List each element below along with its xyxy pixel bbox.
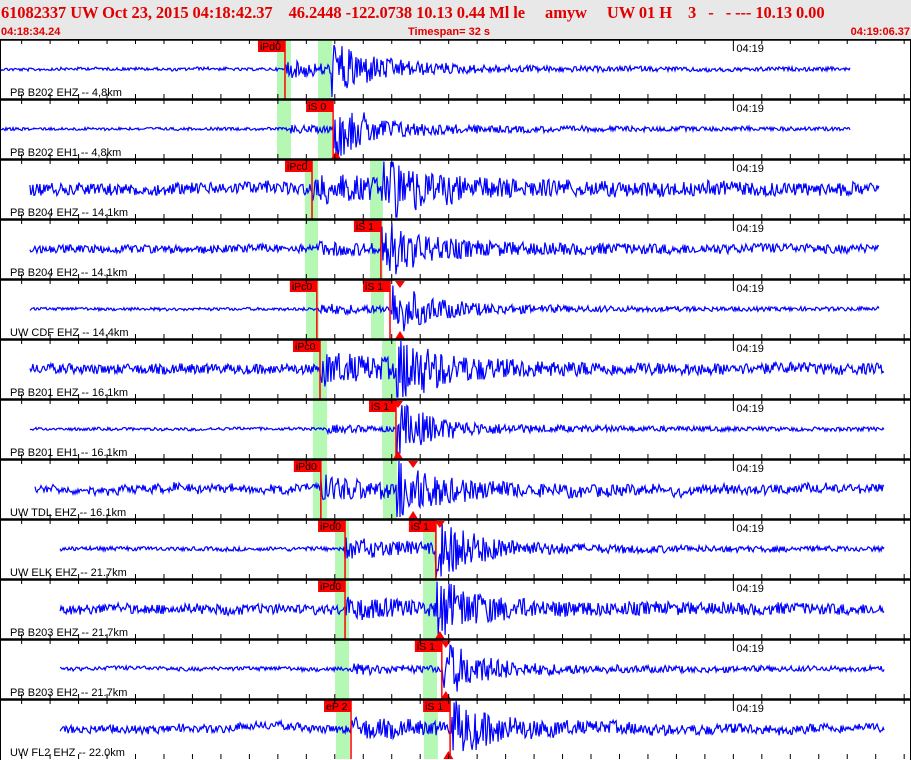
minute-label: 04:19	[736, 283, 764, 295]
minute-label: 04:19	[736, 223, 764, 235]
trace-panel[interactable]: iPc0 04:19 PB B201 EHZ -- 16.1km	[0, 338, 911, 399]
start-time: 04:18:34.24	[1, 26, 61, 38]
minute-label: 04:19	[736, 43, 764, 55]
event-summary: 61082337 UW Oct 23, 2015 04:18:42.37 46.…	[1, 3, 825, 22]
amplitude-marker-icon[interactable]	[408, 511, 419, 519]
pick-label: iPc0	[292, 281, 313, 293]
minute-label: 04:19	[736, 703, 764, 715]
pick-label: iS 1	[417, 641, 435, 653]
pick-label: iS 1	[356, 221, 374, 233]
pick-label: iPc0	[287, 161, 308, 173]
end-time: 04:19:06.37	[850, 26, 910, 38]
trace-panel[interactable]: iS 0 04:19 PB B202 EH1 -- 4,8km	[0, 98, 911, 159]
event-header: 61082337 UW Oct 23, 2015 04:18:42.37 46.…	[0, 0, 911, 39]
trace-panel[interactable]: iPd0 04:19UW TDL EHZ -- 16.1km	[0, 458, 911, 519]
station-label: PB B203 EH2 -- 21.7km	[10, 687, 127, 699]
minute-label: 04:19	[736, 643, 764, 655]
trace-panel[interactable]: iPd0 04:19PB B202 EHZ -- 4,8km	[0, 39, 911, 99]
seismogram-panels[interactable]: iPd0 04:19 PB B202 EHZ -- 4,8km iS 0 04:19 PB…	[0, 39, 911, 760]
station-label: PB B203 EHZ -- 21.7km	[10, 627, 128, 639]
pick-label: iS 1	[425, 701, 443, 713]
station-label: PB B202 EHZ -- 4,8km	[10, 87, 122, 99]
trace-panel[interactable]: iS 1 04:19 PB B204 EH2 -- 14.1km	[0, 218, 911, 279]
pick-label: iS 1	[371, 401, 389, 413]
waveform	[0, 112, 851, 157]
amplitude-marker-icon[interactable]	[394, 281, 405, 288]
trace-panel[interactable]: iPd0 04:19 PB B203 EHZ -- 21.7km	[0, 578, 911, 639]
trace-panel[interactable]: iPd0 iS 1 04:19UW ELK EHZ -- 21.7km	[0, 518, 911, 579]
minute-label: 04:19	[736, 103, 764, 115]
waveform	[0, 44, 851, 98]
station-label: UW FL2 EHZ -- 22.0km	[10, 747, 125, 759]
station-label: PB B201 EHZ -- 16.1km	[10, 387, 128, 399]
amplitude-marker-icon[interactable]	[408, 461, 419, 468]
station-label: PB B204 EHZ -- 14.1km	[10, 207, 128, 219]
trace-panel[interactable]: iPc0 04:19 PB B204 EHZ -- 14.1km	[0, 158, 911, 219]
minute-label: 04:19	[736, 583, 764, 595]
station-label: UW ELK EHZ -- 21.7km	[10, 567, 127, 579]
minute-label: 04:19	[736, 523, 764, 535]
pick-label: iPc0	[295, 341, 316, 353]
station-label: UW CDF EHZ -- 14.4km	[10, 327, 129, 339]
station-label: PB B202 EH1 -- 4,8km	[10, 147, 121, 159]
pick-label: iPd0	[320, 521, 341, 533]
trace-panel[interactable]: iS 1 04:19 PB B203 EH2 -- 21.7km	[0, 638, 911, 699]
station-label: UW TDL EHZ -- 16.1km	[10, 507, 126, 519]
pick-label: eP 2	[326, 701, 348, 713]
trace-panel[interactable]: eP 2 iS 1 04:19 UW FL2 EHZ -- 22.0km	[0, 698, 911, 759]
trace-panel[interactable]: iS 1 04:19 PB B201 EH1 -- 16.1km	[0, 398, 911, 459]
station-label: PB B204 EH2 -- 14.1km	[10, 267, 127, 279]
timespan-label: Timespan= 32 s	[408, 26, 491, 38]
station-label: PB B201 EH1 -- 16.1km	[10, 447, 127, 459]
pick-label: iPd0	[320, 581, 341, 593]
pick-label: iS 0	[308, 101, 326, 113]
minute-label: 04:19	[736, 403, 764, 415]
minute-label: 04:19	[736, 463, 764, 475]
minute-label: 04:19	[736, 163, 764, 175]
minute-label: 04:19	[736, 343, 764, 355]
pick-label: iS 1	[365, 281, 383, 293]
amplitude-marker-icon[interactable]	[394, 331, 405, 339]
trace-panel[interactable]: iPc0 iS 1 04:19 UW CDF EHZ -- 14.4km	[0, 278, 911, 339]
